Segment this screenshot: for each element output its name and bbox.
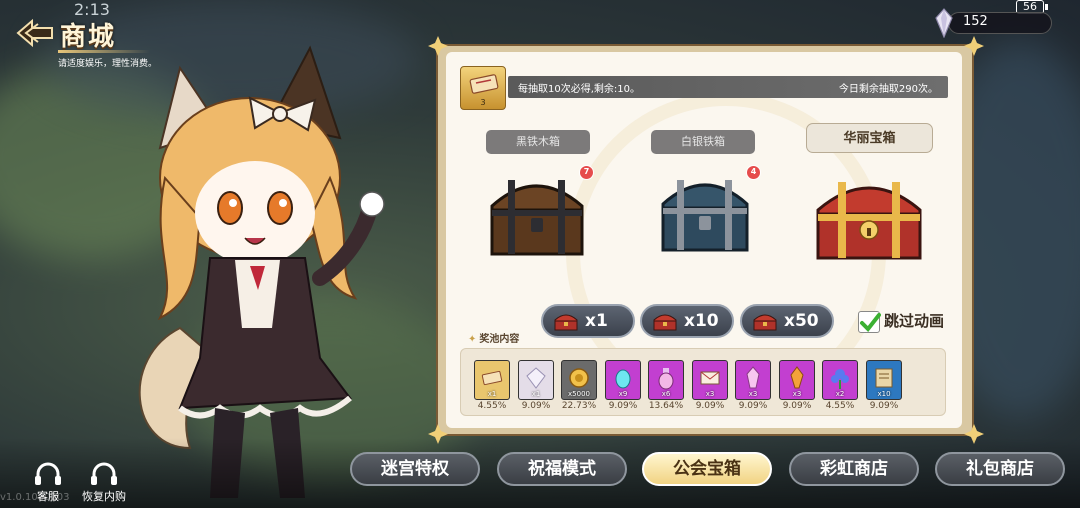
draw-x50-button[interactable]: x50	[740, 304, 834, 338]
prize-item-rate: 22.73%	[561, 401, 597, 411]
nav-guild-chest[interactable]: 公会宝箱	[642, 452, 772, 486]
prize-item[interactable]: x9	[605, 360, 641, 400]
silver-iron-chest[interactable]	[657, 168, 753, 256]
prize-item-rate: 9.09%	[608, 401, 638, 411]
prize-item-qty: x3	[748, 390, 758, 398]
restore-purchase-label: 恢复内购	[82, 490, 126, 503]
orange-crystal-icon	[790, 366, 804, 389]
prize-item-qty: x1	[487, 390, 497, 398]
currency-amount: 152	[963, 14, 988, 29]
chest-tab-silver-iron[interactable]: 白银铁箱	[651, 130, 755, 154]
coin-icon	[569, 368, 589, 388]
corner-ornament-icon	[964, 36, 984, 56]
letter-icon	[700, 371, 720, 385]
headset-icon	[91, 462, 117, 485]
prize-item[interactable]: x10	[866, 360, 902, 400]
chest-icon	[753, 314, 777, 331]
prize-item[interactable]: x1	[518, 360, 554, 400]
prize-item-qty: x10	[877, 390, 891, 398]
prize-item-rate: 9.09%	[782, 401, 812, 411]
back-arrow-icon[interactable]	[14, 18, 56, 48]
prize-item[interactable]: x3	[735, 360, 771, 400]
chest-icon	[554, 314, 578, 331]
chest-tab-gorgeous[interactable]: 华丽宝箱	[806, 123, 933, 153]
headset-icon	[35, 462, 61, 485]
iron-wood-chest[interactable]	[486, 168, 588, 260]
gorgeous-chest[interactable]	[812, 170, 926, 264]
star-icon: ✦	[468, 334, 477, 345]
corner-ornament-icon	[428, 36, 448, 56]
prize-item[interactable]: x2	[822, 360, 858, 400]
chest-tab-iron-wood[interactable]: 黑铁木箱	[486, 130, 590, 154]
prize-item-rate: 9.09%	[869, 401, 899, 411]
guarantee-text: 每抽取10次必得,剩余:10。	[518, 84, 640, 95]
draw-x50-label: x50	[784, 311, 819, 331]
version-text: v1.0.1080203	[0, 492, 70, 503]
pink-crystal-icon	[746, 366, 760, 389]
prize-item-rate: 9.09%	[738, 401, 768, 411]
prize-item[interactable]: x6	[648, 360, 684, 400]
nav-maze-privilege[interactable]: 迷宫特权	[350, 452, 480, 486]
draw-x10-button[interactable]: x10	[640, 304, 734, 338]
prize-item-rate: 9.09%	[521, 401, 551, 411]
chest-count-badge: 4	[746, 165, 761, 180]
chest-count-badge: 7	[579, 165, 594, 180]
prize-item-rate: 4.55%	[825, 401, 855, 411]
prize-pool-title: ✦ 奖池内容	[468, 330, 519, 345]
checkmark-icon	[860, 313, 881, 333]
chest-icon	[653, 314, 677, 331]
page-title: 商城	[60, 22, 117, 52]
prize-item-qty: x3	[792, 390, 802, 398]
nav-gift-pack-shop[interactable]: 礼包商店	[935, 452, 1065, 486]
mascot-character	[138, 45, 385, 498]
skip-animation-checkbox[interactable]	[858, 311, 881, 333]
prize-item-rate: 9.09%	[695, 401, 725, 411]
battery-nub	[1045, 4, 1048, 10]
restore-purchase-button[interactable]: 恢复内购	[82, 460, 126, 504]
prize-item-qty: x2	[835, 390, 845, 398]
prize-item-qty: x1	[531, 390, 541, 398]
nav-blessing-mode[interactable]: 祝福模式	[497, 452, 627, 486]
prize-item-qty: x3	[705, 390, 715, 398]
prize-item[interactable]: x3	[779, 360, 815, 400]
ticket-icon	[469, 74, 499, 94]
cyan-egg-icon	[615, 369, 631, 389]
prize-item-rate: 4.55%	[477, 401, 507, 411]
blue-flower-icon	[831, 369, 849, 389]
prize-item-qty: x5000	[568, 390, 590, 398]
white-crystal-icon	[526, 367, 546, 389]
prize-pool-title-text: 奖池内容	[479, 334, 520, 345]
remaining-draws-text: 今日剩余抽取290次。	[838, 84, 938, 95]
potion-icon	[658, 368, 674, 390]
prize-item-rate: 13.64%	[648, 401, 684, 411]
prize-item[interactable]: x1	[474, 360, 510, 400]
skip-animation-label[interactable]: 跳过动画	[884, 310, 944, 331]
scroll-icon	[875, 368, 893, 388]
nav-rainbow-shop[interactable]: 彩虹商店	[789, 452, 919, 486]
prize-item-qty: x6	[661, 390, 671, 398]
draw-x1-label: x1	[585, 311, 608, 331]
draw-x10-label: x10	[684, 311, 719, 331]
ticket-count: 3	[480, 98, 486, 107]
prize-item-qty: x9	[618, 390, 628, 398]
prize-item[interactable]: x5000	[561, 360, 597, 400]
prize-item[interactable]: x3	[692, 360, 728, 400]
ticket-icon	[481, 370, 503, 386]
draw-x1-button[interactable]: x1	[541, 304, 635, 338]
crystal-icon	[935, 8, 953, 38]
